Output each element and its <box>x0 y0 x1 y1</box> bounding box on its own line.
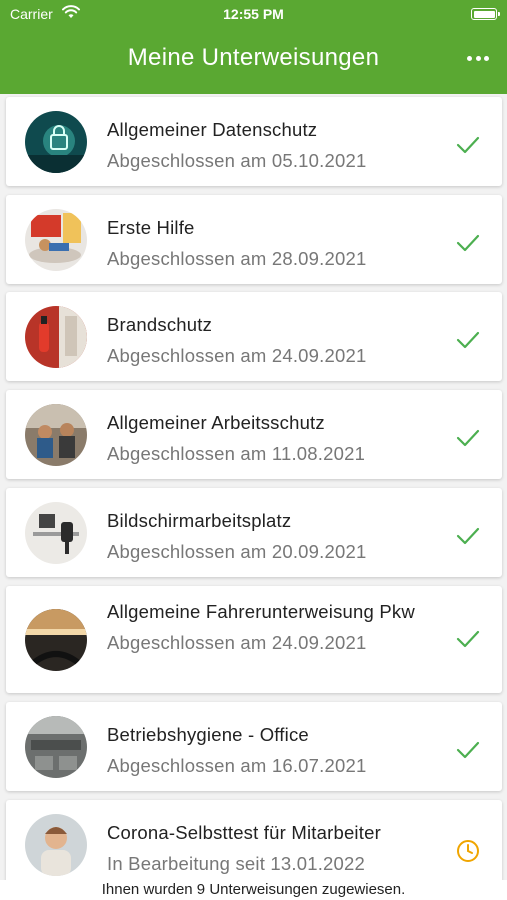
list-item[interactable]: Allgemeine Fahrerunterweisung Pkw Abgesc… <box>6 586 502 693</box>
clock: 12:55 PM <box>223 6 284 22</box>
item-status-text: Abgeschlossen am 20.09.2021 <box>107 541 367 562</box>
status-bar: Carrier 12:55 PM <box>0 0 507 28</box>
list-item[interactable]: Allgemeiner Arbeitsschutz Abgeschlossen … <box>6 390 502 479</box>
course-thumbnail <box>25 609 87 671</box>
list-item[interactable]: Allgemeiner Datenschutz Abgeschlossen am… <box>6 97 502 186</box>
checkmark-icon <box>456 429 480 447</box>
instruction-list: Allgemeiner Datenschutz Abgeschlossen am… <box>0 94 507 880</box>
item-title: Allgemeine Fahrerunterweisung Pkw <box>107 601 415 622</box>
item-status-text: Abgeschlossen am 05.10.2021 <box>107 150 367 171</box>
battery-icon <box>471 8 500 20</box>
item-title: Erste Hilfe <box>107 217 195 238</box>
item-title: Brandschutz <box>107 314 213 335</box>
checkmark-icon <box>456 741 480 759</box>
item-status-text: Abgeschlossen am 24.09.2021 <box>107 632 367 653</box>
course-thumbnail <box>25 306 87 368</box>
list-item[interactable]: Erste Hilfe Abgeschlossen am 28.09.2021 <box>6 195 502 284</box>
course-thumbnail <box>25 111 87 173</box>
item-title: Corona-Selbsttest für Mitarbeiter <box>107 822 381 843</box>
clock-icon <box>457 840 479 862</box>
item-status-text: Abgeschlossen am 16.07.2021 <box>107 755 367 776</box>
course-thumbnail <box>25 502 87 564</box>
list-item[interactable]: Brandschutz Abgeschlossen am 24.09.2021 <box>6 292 502 381</box>
checkmark-icon <box>456 630 480 648</box>
page-title: Meine Unterweisungen <box>127 44 380 71</box>
item-title: Allgemeiner Datenschutz <box>107 119 318 140</box>
course-thumbnail <box>25 404 87 466</box>
course-thumbnail <box>25 716 87 778</box>
item-title: Bildschirmarbeitsplatz <box>107 510 292 531</box>
course-thumbnail <box>25 814 87 876</box>
list-item[interactable]: Bildschirmarbeitsplatz Abgeschlossen am … <box>6 488 502 577</box>
checkmark-icon <box>456 136 480 154</box>
item-status-text: Abgeschlossen am 28.09.2021 <box>107 248 367 269</box>
checkmark-icon <box>456 527 480 545</box>
assignment-summary: Ihnen wurden 9 Unterweisungen zugewiesen… <box>0 880 507 900</box>
item-title: Betriebshygiene - Office <box>107 724 309 745</box>
item-status-text: In Bearbeitung seit 13.01.2022 <box>107 853 365 874</box>
course-thumbnail <box>25 209 87 271</box>
list-item[interactable]: Corona-Selbsttest für Mitarbeiter In Bea… <box>6 800 502 880</box>
app-header: Carrier 12:55 PM Meine Unterweisungen <box>0 0 507 94</box>
item-status-text: Abgeschlossen am 11.08.2021 <box>107 443 366 464</box>
more-horizontal-icon[interactable] <box>467 54 489 62</box>
checkmark-icon <box>456 331 480 349</box>
item-title: Allgemeiner Arbeitsschutz <box>107 412 325 433</box>
list-item[interactable]: Betriebshygiene - Office Abgeschlossen a… <box>6 702 502 791</box>
item-status-text: Abgeschlossen am 24.09.2021 <box>107 345 367 366</box>
checkmark-icon <box>456 234 480 252</box>
